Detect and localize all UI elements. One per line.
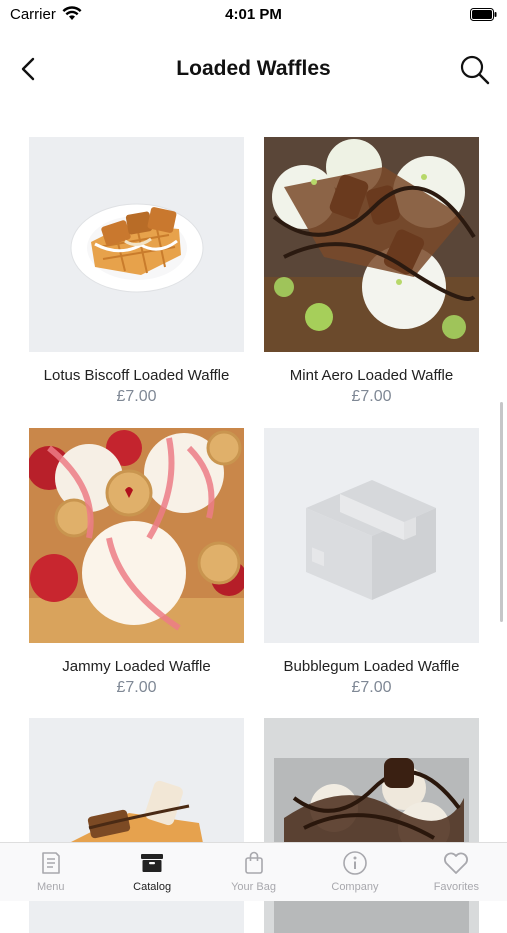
navigation-bar: Loaded Waffles	[0, 42, 507, 98]
product-card-jammy[interactable]: Jammy Loaded Waffle £7.00	[29, 428, 244, 697]
product-price: £7.00	[351, 679, 392, 696]
tab-bar: Menu Catalog Your Bag Company Favorites	[0, 842, 507, 901]
tab-your-bag[interactable]: Your Bag	[203, 843, 304, 901]
tab-favorites[interactable]: Favorites	[406, 843, 507, 901]
waffle-plate-illustration	[29, 137, 244, 352]
product-name: Mint Aero Loaded Waffle	[289, 367, 454, 384]
battery-icon	[470, 8, 497, 21]
jammy-waffle-photo	[29, 428, 244, 643]
info-icon	[343, 851, 367, 875]
heart-icon	[444, 852, 469, 874]
product-price: £7.00	[116, 679, 157, 696]
product-name: Lotus Biscoff Loaded Waffle	[43, 367, 230, 384]
shopping-bag-icon	[244, 851, 263, 874]
page-title: Loaded Waffles	[176, 57, 331, 80]
product-price: £7.00	[351, 388, 392, 405]
mint-waffle-photo	[264, 137, 479, 352]
tab-company[interactable]: Company	[304, 843, 405, 901]
search-icon[interactable]	[459, 54, 491, 86]
product-card-bubblegum[interactable]: Bubblegum Loaded Waffle £7.00	[264, 428, 479, 697]
tab-label: Catalog	[133, 881, 172, 893]
product-image	[264, 428, 479, 643]
product-card-lotus-biscoff[interactable]: Lotus Biscoff Loaded Waffle £7.00	[29, 137, 244, 406]
scroll-indicator[interactable]	[500, 402, 503, 622]
tab-menu[interactable]: Menu	[0, 843, 101, 901]
catalog-box-icon	[141, 854, 164, 872]
status-time: 4:01 PM	[225, 6, 282, 23]
tab-label: Company	[331, 881, 379, 893]
menu-book-icon	[41, 852, 60, 874]
placeholder-box-icon	[264, 428, 479, 643]
product-image	[264, 137, 479, 352]
product-image	[29, 137, 244, 352]
product-price: £7.00	[116, 388, 157, 405]
status-bar: Carrier 4:01 PM	[0, 0, 507, 30]
product-name: Bubblegum Loaded Waffle	[283, 658, 460, 675]
product-card-mint-aero[interactable]: Mint Aero Loaded Waffle £7.00	[264, 137, 479, 406]
tab-label: Your Bag	[231, 881, 276, 893]
product-name: Jammy Loaded Waffle	[62, 658, 211, 675]
product-image	[29, 428, 244, 643]
tab-catalog[interactable]: Catalog	[101, 843, 202, 901]
tab-label: Favorites	[433, 881, 479, 893]
tab-label: Menu	[36, 881, 65, 893]
